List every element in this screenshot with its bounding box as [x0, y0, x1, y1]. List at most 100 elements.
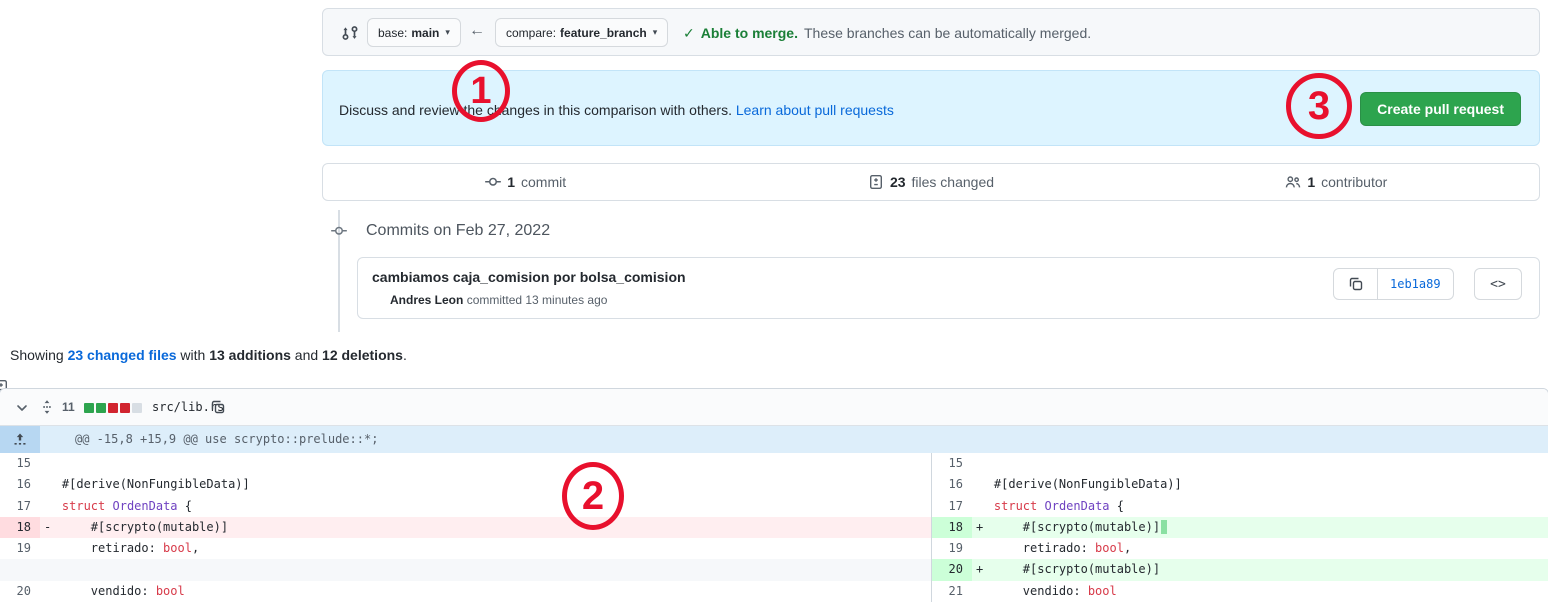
diff-row: 15	[0, 453, 931, 474]
code-line: #[derive(NonFungibleData)]	[33, 474, 931, 495]
commit-title-link[interactable]: cambiamos caja_comision por bolsa_comisi…	[372, 269, 686, 285]
diff-pane-new: 1516 #[derive(NonFungibleData)]17 struct…	[932, 453, 1548, 602]
commit-meta: Andres Leon committed 13 minutes ago	[390, 293, 607, 307]
expand-hunk-button[interactable]	[0, 426, 40, 453]
diff-row: 19 retirado: bool,	[0, 538, 931, 559]
diff-row: 17 struct OrdenData {	[0, 496, 931, 517]
commit-sha-link[interactable]: 1eb1a89	[1378, 269, 1453, 299]
base-branch-name: main	[411, 26, 439, 40]
diff-pane-old: 1516 #[derive(NonFungibleData)]17 struct…	[0, 453, 931, 602]
code-icon: <>	[1490, 277, 1506, 292]
commits-count: 1	[507, 174, 515, 190]
diffstat-block-neutral	[132, 403, 142, 413]
diff-hunk-row: @@ -15,8 +15,9 @@ use scrypto::prelude::…	[0, 426, 1548, 453]
chevron-down-icon: ▾	[445, 27, 450, 38]
files-changed-count: 23	[890, 174, 906, 190]
split-diff: 1516 #[derive(NonFungibleData)]17 struct…	[0, 453, 1548, 602]
check-icon: ✓	[683, 25, 695, 42]
diff-file-box: 11 src/lib.rs @@ -15,8 +15,9 @@ use scry…	[0, 388, 1548, 602]
line-number	[0, 559, 40, 580]
diff-row: 18+ #[scrypto(mutable)]	[932, 517, 1548, 538]
deletions-count: 12 deletions	[322, 347, 403, 363]
annotation-circle-1: 1	[452, 60, 510, 122]
compare-label: compare:	[506, 26, 556, 40]
changed-files-link[interactable]: 23 changed files	[68, 347, 177, 363]
commits-stat[interactable]: 1 commit	[323, 164, 728, 200]
merge-status-text: Able to merge.	[701, 25, 798, 41]
diff-row: 21 vendido: bool	[932, 581, 1548, 602]
banner-text: Discuss and review the changes in this c…	[339, 102, 894, 118]
git-compare-icon	[341, 24, 359, 42]
diffstat-block-del	[120, 403, 130, 413]
base-label: base:	[378, 26, 407, 40]
commits-date-heading: Commits on Feb 27, 2022	[366, 222, 550, 240]
browse-code-button[interactable]: <>	[1474, 268, 1522, 300]
diff-row: 16 #[derive(NonFungibleData)]	[932, 474, 1548, 495]
diff-row: 15	[932, 453, 1548, 474]
compare-branches-bar: base: main ▾ ← compare: feature_branch ▾ ✓ A…	[322, 8, 1540, 56]
code-line: #[scrypto(mutable)]	[33, 517, 931, 538]
commits-label: commit	[521, 174, 566, 190]
diff-row: 17 struct OrdenData {	[932, 496, 1548, 517]
files-changed-stat[interactable]: 23 files changed	[728, 164, 1133, 200]
annotation-circle-2: 2	[562, 462, 624, 530]
learn-about-pull-requests-link[interactable]: Learn about pull requests	[736, 102, 894, 118]
diff-row: 20+ #[scrypto(mutable)]	[932, 559, 1548, 580]
diffstat-blocks	[84, 403, 142, 413]
git-commit-node-icon	[328, 223, 350, 239]
commit-card: cambiamos caja_comision por bolsa_comisi…	[357, 257, 1540, 319]
trailing-whitespace-marker	[1161, 520, 1167, 534]
commit-author[interactable]: Andres Leon	[390, 293, 463, 307]
merge-status-detail: These branches can be automatically merg…	[804, 25, 1091, 41]
diffstat-block-add	[96, 403, 106, 413]
copy-sha-button[interactable]	[1334, 269, 1378, 299]
compare-direction-arrow: ←	[469, 22, 485, 40]
diff-file-header: 11 src/lib.rs	[0, 389, 1548, 426]
drag-handle-icon[interactable]	[39, 399, 55, 415]
line-number[interactable]: 15	[0, 453, 40, 474]
additions-count: 13 additions	[209, 347, 291, 363]
compare-branch-selector[interactable]: compare: feature_branch ▾	[495, 18, 668, 47]
diff-summary: Showing 23 changed files with 13 additio…	[0, 344, 407, 366]
file-changes-count: 11	[62, 389, 75, 426]
copy-icon	[1348, 276, 1364, 292]
code-line: vendido: bool	[965, 581, 1548, 602]
code-line: #[scrypto(mutable)]	[965, 559, 1548, 580]
diff-row	[0, 559, 931, 580]
diffstat-block-del	[108, 403, 118, 413]
diff-row: 16 #[derive(NonFungibleData)]	[0, 474, 931, 495]
diff-row: 20 vendido: bool	[0, 581, 931, 602]
base-branch-selector[interactable]: base: main ▾	[367, 18, 461, 47]
diff-row: 19 retirado: bool,	[932, 538, 1548, 559]
copy-file-path-icon[interactable]	[210, 399, 226, 415]
commit-sha-group: 1eb1a89	[1333, 268, 1454, 300]
code-line: retirado: bool,	[965, 538, 1548, 559]
github-compare-page: base: main ▾ ← compare: feature_branch ▾ ✓ A…	[0, 0, 1548, 602]
contributors-count: 1	[1307, 174, 1315, 190]
code-line: retirado: bool,	[33, 538, 931, 559]
diffstat-block-add	[84, 403, 94, 413]
collapse-file-chevron-icon[interactable]	[14, 400, 30, 416]
git-commit-icon	[485, 174, 501, 190]
code-line: struct OrdenData {	[33, 496, 931, 517]
commit-meta-text: committed 13 minutes ago	[467, 293, 608, 307]
annotation-circle-3: 3	[1286, 73, 1352, 139]
file-diff-icon	[0, 347, 3, 363]
merge-status: ✓ Able to merge. These branches can be a…	[683, 9, 1091, 57]
expand-up-icon	[12, 432, 28, 448]
code-line: vendido: bool	[33, 581, 931, 602]
summary-prefix: Showing	[10, 347, 68, 363]
create-pull-request-button[interactable]: Create pull request	[1360, 92, 1521, 126]
chevron-down-icon: ▾	[653, 27, 658, 38]
code-line: #[derive(NonFungibleData)]	[965, 474, 1548, 495]
code-line: struct OrdenData {	[965, 496, 1548, 517]
code-line: #[scrypto(mutable)]	[965, 517, 1548, 538]
hunk-header-text: @@ -15,8 +15,9 @@ use scrypto::prelude::…	[75, 426, 378, 453]
file-diff-icon	[868, 174, 884, 190]
compare-branch-name: feature_branch	[560, 26, 647, 40]
diff-row: 18- #[scrypto(mutable)]	[0, 517, 931, 538]
people-icon	[1285, 174, 1301, 190]
contributors-stat[interactable]: 1 contributor	[1134, 164, 1539, 200]
line-number[interactable]: 15	[932, 453, 972, 474]
files-changed-label: files changed	[912, 174, 995, 190]
